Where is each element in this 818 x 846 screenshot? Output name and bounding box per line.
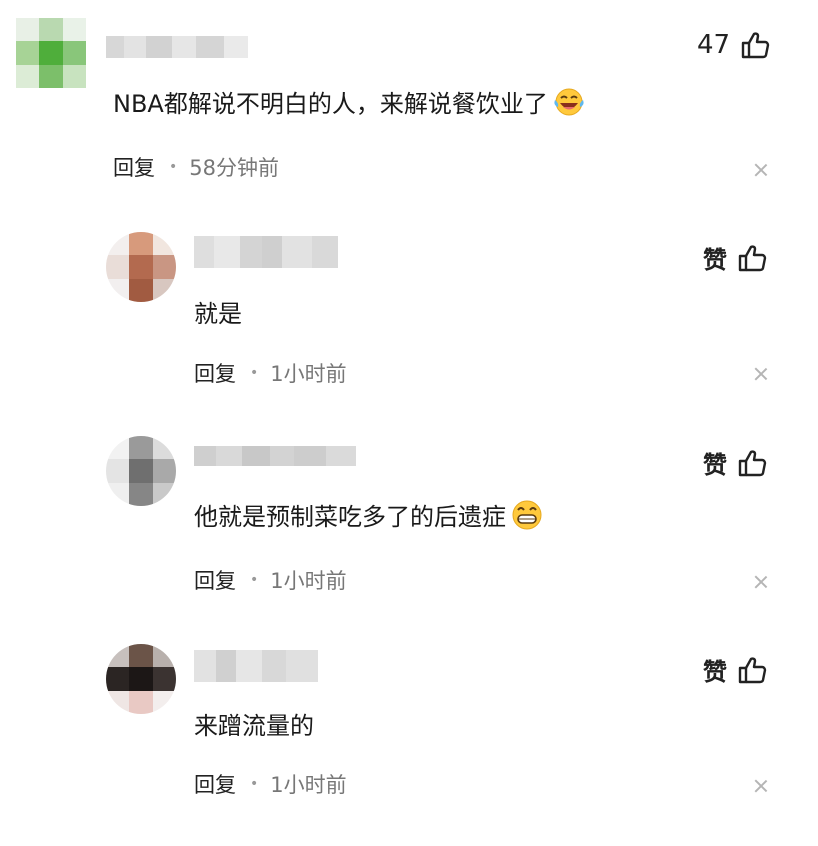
username-blurred[interactable] [194,236,338,268]
reply-text: 来蹭流量的 [194,712,314,740]
avatar[interactable] [106,644,176,714]
like-button[interactable]: 赞 [703,240,767,275]
like-count: 47 [697,30,731,60]
username-blurred[interactable] [194,650,318,682]
thumbs-up-icon [738,449,767,476]
timestamp: 1小时前 [270,569,347,593]
reply-meta: 回复 • 1小时前 [194,358,347,388]
reply-button[interactable]: 回复 [194,769,236,799]
timestamp: 1小时前 [270,773,347,797]
like-label: 赞 [703,658,727,686]
reply-button[interactable]: 回复 [113,152,155,182]
username-blurred[interactable] [106,36,248,58]
close-icon[interactable] [754,575,768,589]
thumbs-up-icon [738,656,767,683]
avatar[interactable] [106,436,176,506]
thumbs-up-icon [738,244,767,271]
like-label: 赞 [703,451,727,479]
timestamp: 1小时前 [270,362,347,386]
separator-dot: • [250,365,259,381]
reply-text: 他就是预制菜吃多了的后遗症 [194,497,544,532]
close-icon[interactable] [754,367,768,381]
laughing-crying-emoji-icon [554,88,584,115]
reply-button[interactable]: 回复 [194,358,236,388]
reply-meta: 回复 • 1小时前 [194,769,347,799]
like-button[interactable]: 47 [697,30,770,60]
separator-dot: • [250,572,259,588]
reply-meta: 回复 • 1小时前 [194,565,347,595]
close-icon[interactable] [754,163,768,177]
like-button[interactable]: 赞 [703,652,767,687]
avatar[interactable] [106,232,176,302]
comment-meta: 回复 • 58分钟前 [113,152,279,182]
timestamp: 58分钟前 [189,156,279,180]
reply-button[interactable]: 回复 [194,565,236,595]
close-icon[interactable] [754,779,768,793]
separator-dot: • [250,776,259,792]
username-blurred[interactable] [194,446,356,466]
reply-text: 就是 [194,300,242,328]
grinning-emoji-icon [512,500,542,529]
separator-dot: • [169,159,178,175]
avatar[interactable] [16,18,86,88]
like-button[interactable]: 赞 [703,445,767,480]
like-label: 赞 [703,246,727,274]
comment-text: NBA都解说不明白的人，来解说餐饮业了 [113,84,586,119]
thumbs-up-icon [741,32,770,59]
